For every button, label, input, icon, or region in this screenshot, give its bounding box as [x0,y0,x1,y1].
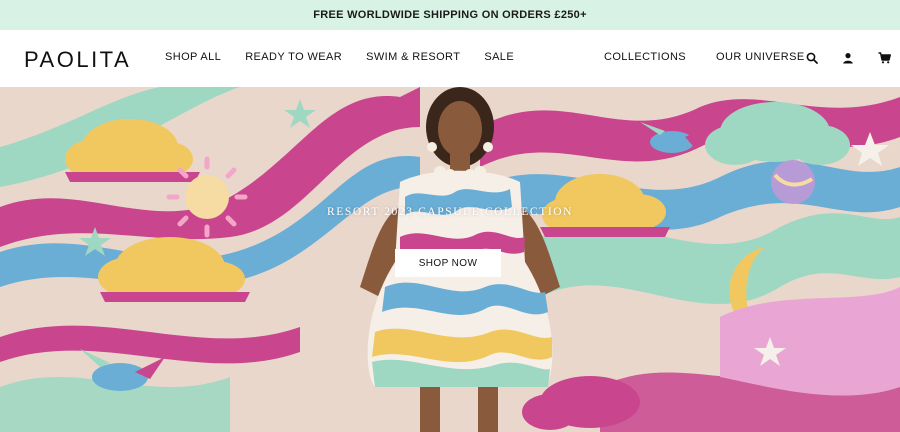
search-icon[interactable] [804,50,820,66]
promo-text: FREE WORLDWIDE SHIPPING ON ORDERS £250+ [313,9,587,21]
nav-shop-all[interactable]: SHOP ALL [165,51,221,63]
header-icons [804,50,892,66]
cart-icon[interactable] [876,50,892,66]
account-icon[interactable] [840,50,856,66]
nav-our-universe[interactable]: OUR UNIVERSE [716,51,805,63]
brand-logo[interactable]: PAOLITA [24,47,131,73]
nav-collections[interactable]: COLLECTIONS [604,51,686,63]
hero-tagline: RESORT 2023 CAPSULE COLLECTION [326,206,574,218]
shop-now-button[interactable]: SHOP NOW [395,249,501,277]
nav-sale[interactable]: SALE [484,51,514,63]
hero-banner: RESORT 2023 CAPSULE COLLECTION SHOP NOW [0,87,900,432]
primary-nav: SHOP ALL READY TO WEAR SWIM & RESORT SAL… [165,51,514,63]
nav-swim-resort[interactable]: SWIM & RESORT [366,51,460,63]
promo-bar: FREE WORLDWIDE SHIPPING ON ORDERS £250+ [0,0,900,30]
nav-ready-to-wear[interactable]: READY TO WEAR [245,51,342,63]
secondary-nav: COLLECTIONS OUR UNIVERSE [604,51,805,63]
site-header: PAOLITA SHOP ALL READY TO WEAR SWIM & RE… [0,30,900,87]
